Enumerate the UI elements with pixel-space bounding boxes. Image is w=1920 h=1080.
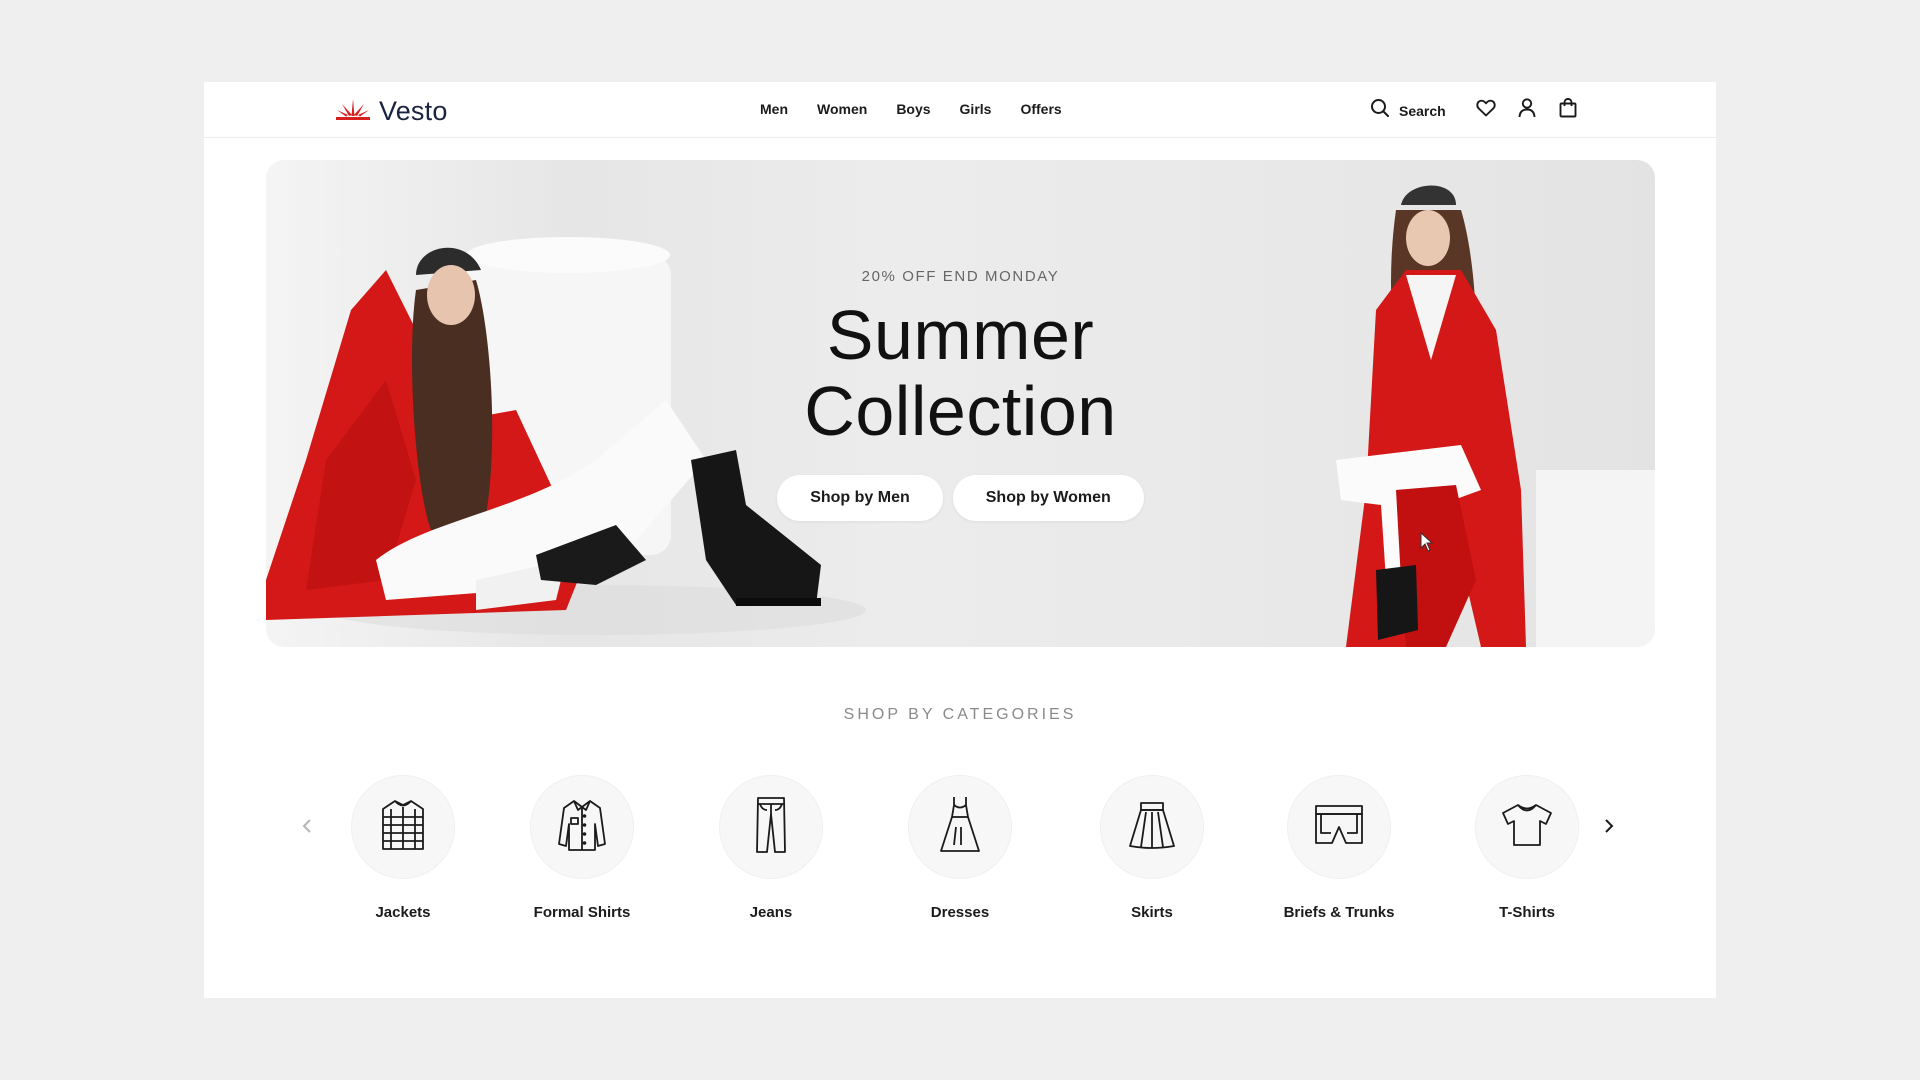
chevron-right-icon [1603, 818, 1615, 839]
category-label: Jeans [749, 904, 793, 921]
brand-name: Vesto [379, 96, 448, 126]
nav-item-men[interactable]: Men [760, 101, 788, 117]
search-icon [1370, 98, 1390, 123]
chevron-left-icon [301, 818, 313, 839]
cart-button[interactable] [1557, 98, 1579, 123]
category-item-briefs-trunks[interactable]: Briefs & Trunks [1254, 775, 1424, 921]
category-label: Formal Shirts [533, 904, 631, 921]
skirt-icon [1127, 800, 1177, 855]
jacket-icon [379, 797, 427, 858]
category-icon-circle [908, 775, 1012, 879]
category-icon-circle [719, 775, 823, 879]
hero-title: Summer Collection [266, 297, 1655, 449]
hero-eyebrow: 20% OFF END MONDAY [861, 268, 1060, 285]
header-actions: Search [1370, 98, 1598, 123]
category-item-jeans[interactable]: Jeans [686, 775, 856, 921]
account-button[interactable] [1516, 98, 1538, 123]
category-icon-circle [1287, 775, 1391, 879]
site-header: Vesto Men Women Boys Girls Offers Search [204, 82, 1716, 138]
shop-by-women-button[interactable]: Shop by Women [952, 475, 1144, 521]
logo-mark-icon [335, 97, 371, 126]
category-label: Dresses [930, 904, 990, 921]
user-icon [1518, 98, 1536, 123]
category-item-t-shirts[interactable]: T-Shirts [1442, 775, 1612, 921]
hero-copy: 20% OFF END MONDAY Summer Collection [266, 268, 1655, 449]
heart-icon [1476, 99, 1496, 122]
search-button[interactable]: Search [1370, 98, 1446, 123]
nav-item-offers[interactable]: Offers [1020, 101, 1061, 117]
category-item-dresses[interactable]: Dresses [875, 775, 1045, 921]
carousel-next-button[interactable] [1596, 815, 1622, 841]
brand-logo[interactable]: Vesto [335, 96, 448, 127]
category-label: Skirts [1131, 904, 1173, 921]
nav-item-women[interactable]: Women [817, 101, 867, 117]
shirt-icon [557, 798, 607, 857]
category-icon-circle [351, 775, 455, 879]
shop-by-men-button[interactable]: Shop by Men [777, 475, 943, 521]
tshirt-icon [1501, 802, 1553, 853]
search-label: Search [1399, 102, 1446, 119]
category-label: Jackets [375, 904, 431, 921]
nav-item-boys[interactable]: Boys [896, 101, 930, 117]
category-icon-circle [1475, 775, 1579, 879]
wishlist-button[interactable] [1475, 99, 1497, 122]
section-title-categories: SHOP BY CATEGORIES [843, 706, 1077, 723]
page-container: Vesto Men Women Boys Girls Offers Search [204, 82, 1716, 998]
main-nav: Men Women Boys Girls Offers [760, 101, 1062, 117]
category-icon-circle [530, 775, 634, 879]
mouse-cursor-icon [1420, 531, 1434, 557]
jeans-icon [754, 796, 788, 859]
category-label: T-Shirts [1499, 904, 1555, 921]
bag-icon [1559, 98, 1577, 123]
carousel-prev-button[interactable] [294, 815, 320, 841]
hero-banner: 20% OFF END MONDAY Summer Collection Sho… [266, 160, 1655, 647]
category-carousel: Jackets Formal Shirts Jeans Dresses Skir… [204, 775, 1716, 921]
category-item-jackets[interactable]: Jackets [318, 775, 488, 921]
category-icon-circle [1100, 775, 1204, 879]
hero-title-line-1: Summer [826, 296, 1095, 374]
hero-title-line-2: Collection [804, 372, 1117, 450]
nav-item-girls[interactable]: Girls [960, 101, 992, 117]
trunks-icon [1313, 803, 1365, 852]
dress-icon [939, 795, 981, 860]
hero-cta-group: Shop by Men Shop by Women [266, 475, 1655, 521]
category-label: Briefs & Trunks [1283, 904, 1395, 921]
category-item-formal-shirts[interactable]: Formal Shirts [497, 775, 667, 921]
category-item-skirts[interactable]: Skirts [1067, 775, 1237, 921]
